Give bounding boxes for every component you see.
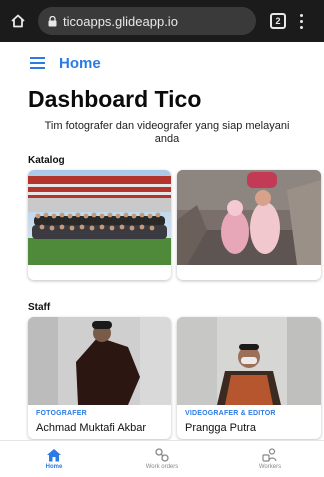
staff-role: FOTOGRAFER (36, 410, 87, 417)
katalog-section-label: Katalog (28, 155, 65, 166)
header-title: Home (59, 54, 101, 72)
home-outline-icon (11, 14, 25, 28)
bottom-navigation: Home Work orders Workers (0, 440, 324, 477)
staff-photo-image (28, 317, 171, 405)
more-options-icon[interactable] (300, 13, 303, 29)
page-subtitle: Tim fotografer dan videografer yang siap… (44, 120, 290, 145)
staff-card-1[interactable]: VIDEOGRAFER & EDITOR Prangga Putra (177, 317, 321, 439)
staff-photo-image (177, 317, 321, 405)
nav-label: Home (45, 464, 63, 470)
couple-photo-image (177, 170, 321, 265)
browser-toolbar: ticoapps.glideapp.io 2 (0, 0, 324, 42)
katalog-card-group-photo[interactable] (28, 170, 171, 280)
address-bar[interactable]: ticoapps.glideapp.io (38, 7, 256, 35)
staff-name: Prangga Putra (185, 422, 256, 434)
nav-item-workers[interactable]: Workers (216, 441, 324, 477)
url-text: ticoapps.glideapp.io (63, 13, 178, 29)
staff-section-label: Staff (28, 302, 51, 313)
home-icon (47, 449, 61, 462)
hamburger-menu-icon[interactable] (30, 57, 45, 69)
lock-icon (48, 15, 57, 26)
group-photo-image (28, 170, 171, 265)
nav-label: Work orders (145, 464, 179, 470)
katalog-card-couple-photo[interactable] (177, 170, 321, 280)
app-header: Home (0, 42, 324, 84)
staff-name: Achmad Muktafi Akbar (36, 422, 147, 434)
nav-label: Workers (258, 464, 282, 470)
work-orders-icon (155, 448, 169, 462)
nav-item-home[interactable]: Home (0, 441, 108, 477)
staff-role: VIDEOGRAFER & EDITOR (185, 410, 276, 417)
page-title: Dashboard Tico (28, 86, 202, 112)
workers-icon (262, 448, 277, 462)
staff-card-0[interactable]: FOTOGRAFER Achmad Muktafi Akbar (28, 317, 171, 439)
browser-home-button[interactable] (8, 11, 28, 31)
tab-switcher-button[interactable]: 2 (270, 13, 286, 29)
nav-item-work-orders[interactable]: Work orders (108, 441, 216, 477)
